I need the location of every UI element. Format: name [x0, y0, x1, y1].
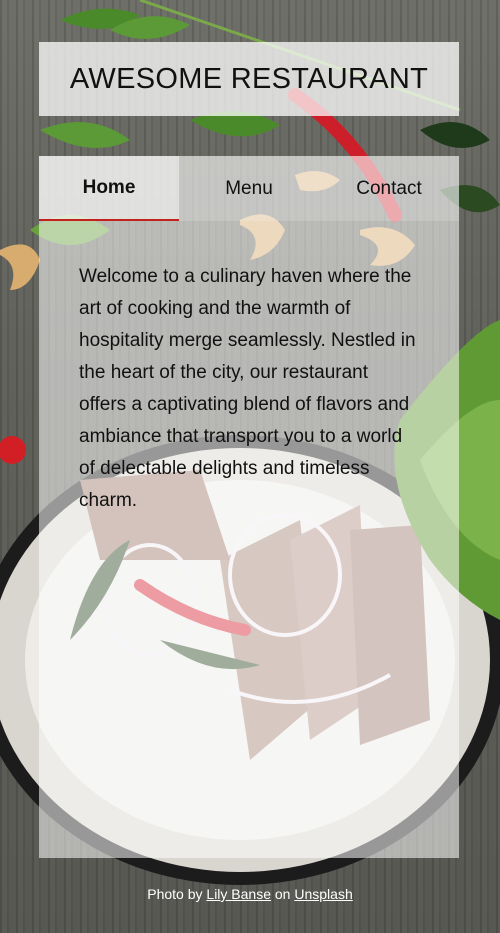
site-title: AWESOME RESTAURANT: [69, 62, 429, 95]
photo-credit: Photo by Lily Banse on Unsplash: [0, 886, 500, 902]
header-banner: AWESOME RESTAURANT: [39, 42, 459, 116]
tab-menu[interactable]: Menu: [179, 156, 319, 221]
main-nav: Home Menu Contact: [39, 156, 459, 221]
tab-home[interactable]: Home: [39, 156, 179, 221]
tab-contact[interactable]: Contact: [319, 156, 459, 221]
unsplash-link[interactable]: Unsplash: [294, 886, 352, 902]
credit-middle: on: [271, 886, 295, 902]
content-panel: Welcome to a culinary haven where the ar…: [39, 221, 459, 858]
credit-prefix: Photo by: [147, 886, 207, 902]
intro-paragraph: Welcome to a culinary haven where the ar…: [79, 266, 416, 511]
photographer-link[interactable]: Lily Banse: [206, 886, 271, 902]
